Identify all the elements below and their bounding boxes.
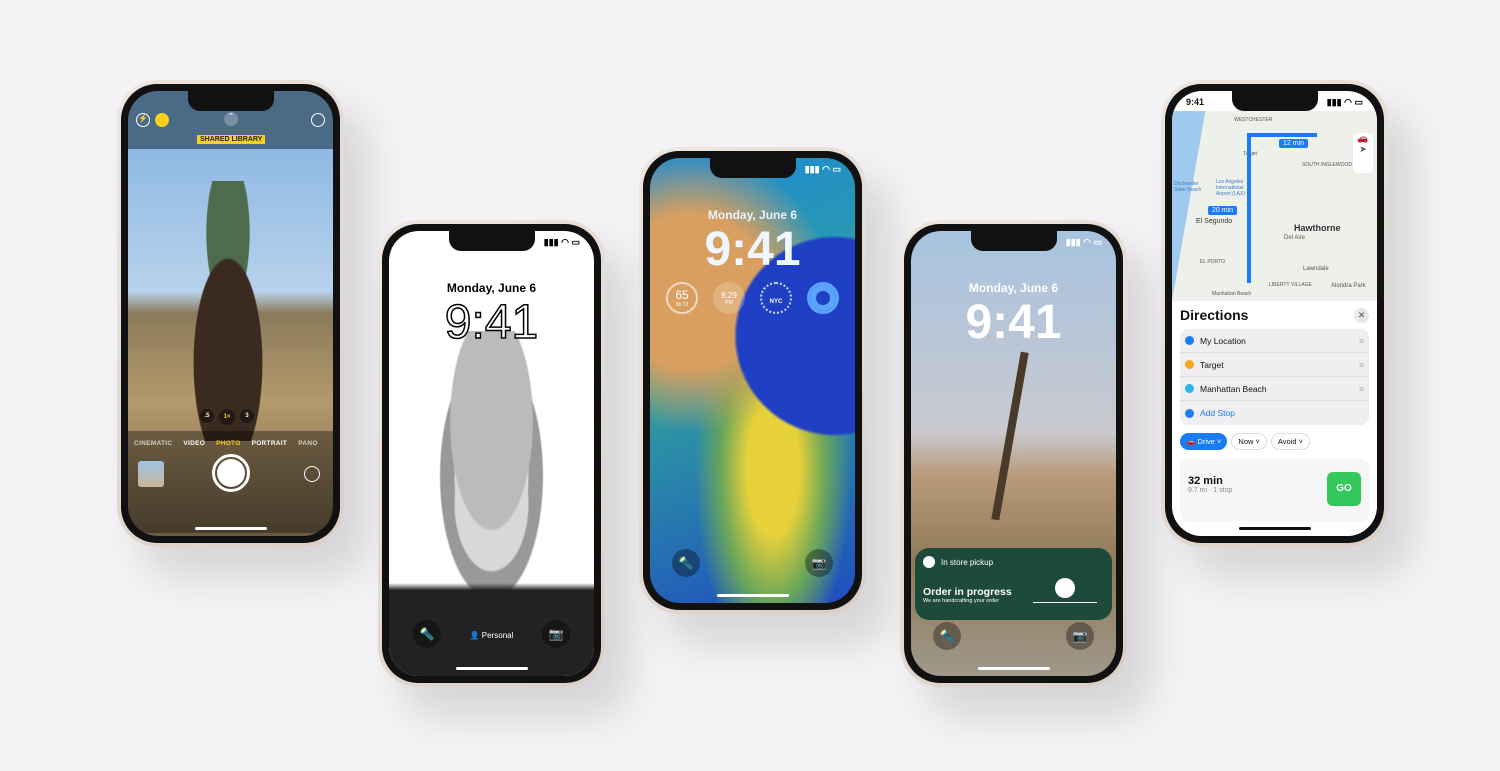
camera-icon[interactable]: 📷: [805, 549, 833, 577]
live-activity-widget[interactable]: In store pickup Order in progress We are…: [915, 548, 1112, 620]
zoom-1x[interactable]: 1×: [219, 409, 235, 425]
drag-handle-icon[interactable]: ≡: [1359, 384, 1364, 394]
chevron-up-icon[interactable]: ⌃: [224, 112, 238, 126]
mode-photo[interactable]: PHOTO: [216, 440, 241, 447]
sunset-widget[interactable]: 8:29 PM: [713, 282, 745, 314]
mode-picker: CINEMATIC VIDEO PHOTO PORTRAIT PANO: [134, 440, 318, 447]
drag-handle-icon[interactable]: ≡: [1359, 336, 1364, 346]
shutter-button[interactable]: [212, 454, 250, 492]
live-photo-icon[interactable]: [311, 113, 325, 127]
photo-thumbnail[interactable]: [138, 461, 164, 487]
temperature: 65: [675, 288, 689, 302]
mode-cinematic[interactable]: CINEMATIC: [134, 440, 172, 447]
route-line: [1247, 133, 1251, 283]
person-photo: [168, 181, 288, 441]
starbucks-logo-icon: [923, 556, 935, 568]
map-view[interactable]: WESTCHESTER Target 12 min SOUTH INGLEWOO…: [1172, 111, 1377, 301]
flip-camera-icon[interactable]: [304, 466, 320, 482]
flash-icon[interactable]: ⚡: [136, 113, 150, 127]
activity-detail: We are handcrafting your order: [923, 598, 1000, 604]
plus-icon: [1185, 408, 1194, 418]
mode-video[interactable]: VIDEO: [183, 440, 205, 447]
shared-library-badge[interactable]: SHARED LIBRARY: [197, 135, 266, 144]
zoom-3[interactable]: 3: [240, 409, 254, 423]
go-button[interactable]: GO: [1327, 472, 1361, 506]
lock-time: 9:41: [965, 296, 1062, 349]
stops-list: My Location ≡ Target ≡ Manhattan Beach ≡ Ad…: [1180, 329, 1369, 425]
activity-rings-widget[interactable]: [807, 282, 839, 314]
stop-target[interactable]: Target ≡: [1180, 353, 1369, 377]
phone-lock-color: ▮▮▮ ◠ ▭ Monday, June 6 9:41 65 55 72 8:29…: [639, 147, 866, 614]
status-time: 9:41: [1186, 97, 1205, 107]
flashlight-icon[interactable]: 🔦: [672, 549, 700, 577]
lock-date: Monday, June 6: [968, 281, 1059, 295]
car-mode-icon[interactable]: 🚗 ➤: [1353, 133, 1373, 173]
shopping-icon: [1185, 360, 1194, 369]
world-clock-widget[interactable]: NYC: [760, 282, 792, 314]
activity-status: Order in progress: [923, 586, 1012, 598]
status-icons: ▮▮▮ ◠ ▭: [543, 237, 580, 247]
beach-icon: [1185, 384, 1194, 393]
now-option[interactable]: Now ˅: [1231, 433, 1267, 450]
directions-title: Directions: [1180, 307, 1249, 323]
close-icon[interactable]: ✕: [1354, 307, 1369, 323]
temperature-range: 55 72: [675, 302, 689, 308]
lock-date: Monday, June 6: [707, 208, 798, 222]
zoom-controls: .5 1× 3: [200, 409, 254, 425]
phone-maps: 9:41 ▮▮▮ ◠ ▭ WESTCHESTER Target 12 min S…: [1161, 80, 1388, 547]
sunset-ampm: PM: [725, 300, 733, 306]
phone-lock-desert: ▮▮▮ ◠ ▭ Monday, June 6 9:41 In store pic…: [900, 220, 1127, 687]
avoid-option[interactable]: Avoid ˅: [1270, 433, 1311, 450]
camera-icon[interactable]: 📷: [542, 620, 570, 648]
drive-option[interactable]: 🚗 Drive ˅: [1180, 433, 1228, 450]
mode-portrait[interactable]: PORTRAIT: [252, 440, 288, 447]
status-icons: ▮▮▮ ◠ ▭: [804, 164, 841, 174]
weather-widget[interactable]: 65 55 72: [666, 282, 698, 314]
phone-lock-bw: ▮▮▮ ◠ ▭ Monday, June 6 9:41 🔦 👤 Personal…: [378, 220, 605, 687]
lock-date: Monday, June 6: [446, 281, 537, 295]
activity-title: In store pickup: [941, 557, 994, 567]
mode-pano[interactable]: PANO: [298, 440, 318, 447]
phone-camera: ⚡ ⌃ SHARED LIBRARY .5 1× 3 CINEMATIC VID…: [117, 80, 344, 547]
joshua-tree: [991, 351, 1029, 521]
focus-mode-text: Personal: [481, 631, 514, 640]
sunset-time: 8:29: [721, 291, 737, 300]
flashlight-icon[interactable]: 🔦: [933, 622, 961, 650]
stop-manhattan-beach[interactable]: Manhattan Beach ≡: [1180, 377, 1369, 401]
shared-library-icon[interactable]: [155, 113, 169, 127]
add-stop-button[interactable]: Add Stop: [1180, 401, 1369, 425]
lock-time: 9:41: [704, 223, 801, 276]
stop-my-location[interactable]: My Location ≡: [1180, 329, 1369, 353]
zoom-05[interactable]: .5: [200, 409, 214, 423]
drag-handle-icon[interactable]: ≡: [1359, 360, 1364, 370]
status-icons: ▮▮▮ ◠ ▭: [1326, 97, 1363, 107]
order-progress-icon: [1055, 578, 1075, 598]
location-arrow-icon: [1185, 336, 1194, 345]
lock-time: 9:41: [444, 295, 539, 350]
status-icons: ▮▮▮ ◠ ▭: [1065, 237, 1102, 247]
camera-icon[interactable]: 📷: [1066, 622, 1094, 650]
route-card[interactable]: 32 min 9.7 mi · 1 stop GO: [1180, 459, 1369, 521]
